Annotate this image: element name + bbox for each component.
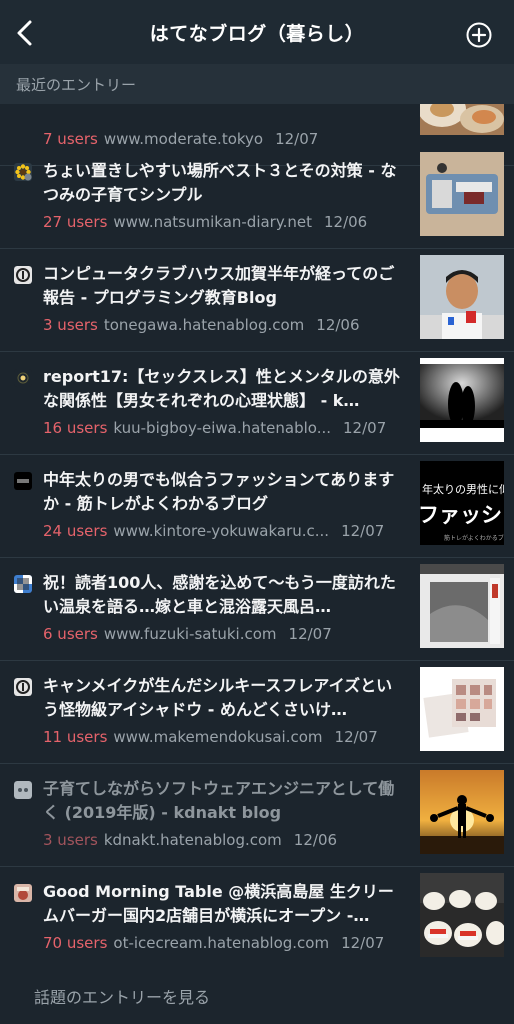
entry-item[interactable]: ちょい置きしやすい場所ベスト３とその対策 - なつみの子育てシンプル 27 us… (0, 146, 514, 249)
bookmark-users-count[interactable]: 11 users (43, 728, 107, 746)
page-title: はてなブログ（暮らし） (149, 22, 365, 45)
entry-thumbnail (420, 770, 504, 854)
bookmark-users-count[interactable]: 3 users (43, 316, 98, 334)
entry-title[interactable]: コンピュータクラブハウス加賀半年が経ってのご報告 - プログラミング教育Blog (43, 262, 403, 310)
entry-item[interactable]: 祝！読者100人、感謝を込めて〜もう一度訪れたい温泉を語る…嫁と車と混浴露天風呂… (0, 558, 514, 661)
entry-meta: 27 users www.natsumikan-diary.net 12/06 (43, 213, 367, 231)
blog-favicon-icon (14, 884, 32, 902)
chevron-left-icon[interactable] (10, 18, 40, 48)
entry-domain: www.kintore-yokuwakaru.c... (113, 522, 330, 540)
entry-item[interactable]: Good Morning Table @横浜高島屋 生クリームバーガー国内2店舗… (0, 867, 514, 968)
section-header: 最近のエントリー (0, 64, 514, 104)
navigation-bar: はてなブログ（暮らし） (0, 0, 514, 64)
blog-favicon-icon (14, 781, 32, 799)
bookmark-users-count[interactable]: 70 users (43, 934, 107, 952)
entry-domain: www.makemendokusai.com (113, 728, 323, 746)
entry-date: 12/07 (334, 728, 378, 746)
entry-title[interactable]: 子育てしながらソフトウェアエンジニアとして働く (2019年版) - kdnak… (43, 777, 403, 825)
blog-favicon-icon (14, 369, 32, 387)
entry-meta: 16 users kuu-bigboy-eiwa.hatenablo... 12/0… (43, 419, 386, 437)
entry-thumbnail (420, 255, 504, 339)
bookmark-users-count[interactable]: 27 users (43, 213, 107, 231)
entry-date: 12/06 (323, 213, 368, 231)
entry-thumbnail (420, 358, 504, 442)
entry-title[interactable]: ちょい置きしやすい場所ベスト３とその対策 - なつみの子育てシンプル (43, 159, 403, 207)
entry-title[interactable]: 祝！読者100人、感謝を込めて〜もう一度訪れたい温泉を語る…嫁と車と混浴露天風呂… (43, 571, 403, 619)
entry-meta: 70 users ot-icecream.hatenablog.com 12/07 (43, 934, 384, 952)
entry-title[interactable]: 中年太りの男でも似合うファッションてありますか - 筋トレがよくわかるブログ (43, 468, 403, 516)
bookmark-users-count[interactable]: 6 users (43, 625, 98, 643)
bookmark-users-count[interactable]: 24 users (43, 522, 107, 540)
thumbnail-text: ファッション (420, 503, 504, 527)
entry-thumbnail (420, 104, 504, 135)
entry-meta: 6 users www.fuzuki-satuki.com 12/07 (43, 625, 332, 643)
entry-domain: www.fuzuki-satuki.com (103, 625, 277, 643)
entry-title[interactable]: キャンメイクが生んだシルキースフレアイズという怪物級アイシャドウ - めんどくさ… (43, 674, 403, 722)
plus-circle-icon[interactable] (466, 22, 492, 48)
entry-thumbnail (420, 564, 504, 648)
blog-favicon-icon (14, 575, 32, 593)
entry-item[interactable]: report17:【セックスレス】性とメンタルの意外な関係性【男女それぞれの心理… (0, 352, 514, 455)
entry-item[interactable]: 中年太りの男でも似合うファッションてありますか - 筋トレがよくわかるブログ 2… (0, 455, 514, 558)
hatena-blog-icon (14, 266, 32, 284)
entry-domain: kdnakt.hatenablog.com (103, 831, 282, 849)
section-header-label: 最近のエントリー (16, 76, 137, 94)
entry-list: 7 users www.moderate.tokyo 12/07 ちょい置きしやすい… (0, 104, 514, 968)
blog-favicon-icon (14, 472, 32, 490)
entry-thumbnail: 年太りの男性に似合 ファッション 筋トレがよくわかるブ (420, 461, 504, 545)
entry-domain: tonegawa.hatenablog.com (103, 316, 305, 334)
entry-date: 12/07 (288, 625, 332, 643)
entry-title[interactable]: Good Morning Table @横浜高島屋 生クリームバーガー国内2店舗… (43, 880, 403, 928)
entry-date: 12/07 (341, 522, 385, 540)
entry-meta: 11 users www.makemendokusai.com 12/07 (43, 728, 378, 746)
entry-meta: 3 users kdnakt.hatenablog.com 12/06 (43, 831, 337, 849)
entry-thumbnail (420, 152, 504, 236)
thumbnail-text: 筋トレがよくわかるブ (444, 535, 504, 542)
entry-date: 12/06 (293, 831, 338, 849)
entry-meta: 24 users www.kintore-yokuwakaru.c... 12/07 (43, 522, 384, 540)
thumbnail-text: 年太りの男性に似合 (422, 483, 504, 496)
hatena-blog-icon (14, 678, 32, 696)
entry-domain: www.natsumikan-diary.net (113, 213, 312, 231)
entry-meta: 3 users tonegawa.hatenablog.com 12/06 (43, 316, 360, 334)
entry-date: 12/07 (343, 419, 387, 437)
entry-title[interactable]: report17:【セックスレス】性とメンタルの意外な関係性【男女それぞれの心理… (43, 365, 403, 413)
footer: 話題のエントリーを見る (0, 968, 514, 1024)
entry-thumbnail (420, 667, 504, 751)
entry-item[interactable]: コンピュータクラブハウス加賀半年が経ってのご報告 - プログラミング教育Blog… (0, 249, 514, 352)
view-hot-entries-link[interactable]: 話題のエントリーを見る (34, 984, 210, 1008)
entry-thumbnail (420, 873, 504, 957)
entry-domain: ot-icecream.hatenablog.com (113, 934, 330, 952)
entry-item[interactable]: キャンメイクが生んだシルキースフレアイズという怪物級アイシャドウ - めんどくさ… (0, 661, 514, 764)
entry-date: 12/06 (316, 316, 360, 334)
bookmark-users-count[interactable]: 16 users (43, 419, 107, 437)
bookmark-users-count[interactable]: 3 users (43, 831, 98, 849)
entry-item[interactable]: 子育てしながらソフトウェアエンジニアとして働く (2019年版) - kdnak… (0, 764, 514, 867)
entry-date: 12/07 (341, 934, 385, 952)
entry-domain: kuu-bigboy-eiwa.hatenablo... (113, 419, 332, 437)
blog-favicon-icon (14, 163, 32, 181)
